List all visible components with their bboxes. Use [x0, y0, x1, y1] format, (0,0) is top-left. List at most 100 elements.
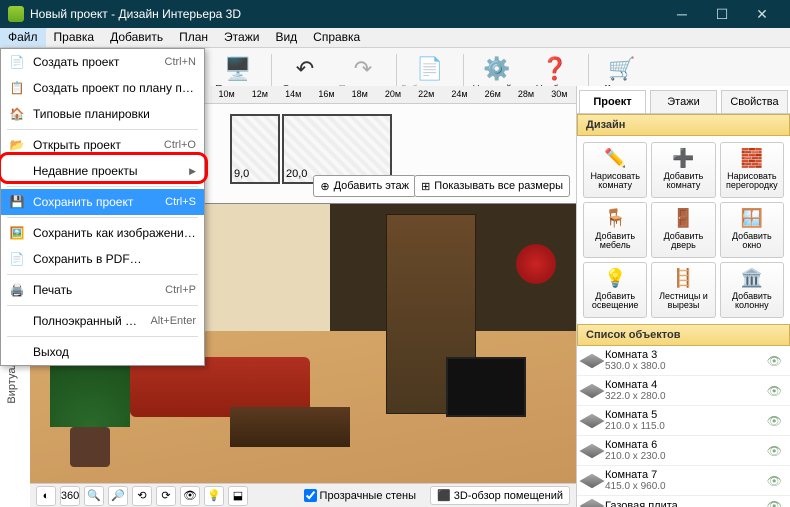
- add-furniture-button[interactable]: 🪑Добавить мебель: [583, 202, 647, 258]
- button-label: Лестницы и вырезы: [654, 292, 712, 312]
- add-lighting-button[interactable]: 💡Добавить освещение: [583, 262, 647, 318]
- ruler-tick: 28м: [509, 86, 542, 103]
- tv-3d: [446, 357, 526, 417]
- menu-label: Сохранить как изображение…: [33, 226, 196, 240]
- draw-partition-button[interactable]: 🧱Нарисовать перегородку: [720, 142, 784, 198]
- minimize-button[interactable]: ─: [662, 0, 702, 28]
- room-outline[interactable]: 20,0: [282, 114, 392, 184]
- list-item[interactable]: Комната 7415.0 x 960.0👁: [577, 466, 790, 496]
- add-column-button[interactable]: 🏛️ Добавить колонну: [720, 262, 784, 318]
- stairs-cuts-button[interactable]: 🪜 Лестницы и вырезы: [651, 262, 715, 318]
- menu-print[interactable]: 🖨️ПечатьCtrl+P: [1, 277, 204, 303]
- room-outline[interactable]: 9,0: [230, 114, 280, 184]
- ruler-tick: 24м: [443, 86, 476, 103]
- menu-templates[interactable]: 🏠Типовые планировки: [1, 101, 204, 127]
- menu-open-project[interactable]: 📂 Открыть проект Ctrl+O: [1, 132, 204, 158]
- add-floor-button[interactable]: ⊕Добавить этаж: [313, 175, 416, 197]
- cube-icon: [579, 473, 604, 487]
- list-item[interactable]: Комната 5210.0 x 115.0👁: [577, 406, 790, 436]
- nav-btn[interactable]: 360: [60, 486, 80, 506]
- eye-icon[interactable]: 👁: [767, 474, 782, 488]
- bottom-bar: ◐ 360 🔍 🔎 ⟲ ⟳ 👁 💡 ⬓ Прозрачные стены ⬛3D…: [30, 483, 576, 507]
- eye-icon[interactable]: 👁: [767, 499, 782, 507]
- list-item[interactable]: Комната 4322.0 x 280.0 👁: [577, 376, 790, 406]
- room-3d-overview-button[interactable]: ⬛3D-обзор помещений: [430, 486, 570, 505]
- button-label: Добавить колонну: [723, 292, 781, 312]
- menu-fullscreen[interactable]: Полноэкранный просмотрAlt+Enter: [1, 308, 204, 334]
- object-dim: 322.0 x 280.0: [605, 391, 666, 402]
- redo-icon: ↷: [354, 56, 372, 82]
- add-window-button[interactable]: 🪟Добавить окно: [720, 202, 784, 258]
- nav-btn[interactable]: ⬓: [228, 486, 248, 506]
- checkbox[interactable]: [304, 489, 317, 502]
- menu-label: Недавние проекты: [33, 164, 181, 178]
- menu-label: Выход: [33, 345, 196, 359]
- cube-icon: [579, 383, 604, 397]
- menu-recent-projects[interactable]: Недавние проекты▶: [1, 158, 204, 184]
- menu-edit[interactable]: Правка: [46, 28, 103, 47]
- menu-label: Типовые планировки: [33, 107, 196, 121]
- zoom-in-button[interactable]: 🔍: [84, 486, 104, 506]
- maximize-button[interactable]: ☐: [702, 0, 742, 28]
- zoom-out-button[interactable]: 🔎: [108, 486, 128, 506]
- eye-icon[interactable]: 👁: [767, 444, 782, 458]
- menu-help[interactable]: Справка: [305, 28, 368, 47]
- eye-icon[interactable]: 👁: [767, 384, 782, 398]
- object-name: Газовая плита: [605, 500, 678, 507]
- menu-new-from-plan[interactable]: 📋Создать проект по плану помещения…: [1, 75, 204, 101]
- close-button[interactable]: ✕: [742, 0, 782, 28]
- pdf-icon: 📄: [9, 252, 25, 266]
- folder-icon: 📂: [9, 138, 25, 152]
- menu-file[interactable]: Файл: [0, 28, 46, 47]
- column-icon: 🏛️: [741, 269, 763, 289]
- menu-view[interactable]: Вид: [267, 28, 305, 47]
- pencil-icon: ✏️: [604, 149, 626, 169]
- menu-exit[interactable]: Выход: [1, 339, 204, 365]
- add-room-icon: ➕: [672, 149, 694, 169]
- show-dimensions-button[interactable]: ⊞Показывать все размеры: [414, 175, 570, 197]
- menu-shortcut: Ctrl+O: [164, 139, 196, 151]
- wall-icon: 🧱: [741, 149, 763, 169]
- menu-floors[interactable]: Этажи: [216, 28, 267, 47]
- eye-icon[interactable]: 👁: [767, 354, 782, 368]
- list-item[interactable]: Комната 3530.0 x 380.0👁: [577, 346, 790, 376]
- nav-btn[interactable]: ⟲: [132, 486, 152, 506]
- menu-save-project[interactable]: 💾Сохранить проектCtrl+S: [1, 189, 204, 215]
- nav-btn[interactable]: 👁: [180, 486, 200, 506]
- transparent-walls-checkbox[interactable]: Прозрачные стены: [304, 489, 416, 502]
- objects-header: Список объектов: [577, 324, 790, 346]
- ruler-horizontal: 10м 12м 14м 16м 18м 20м 22м 24м 26м 28м …: [210, 86, 576, 104]
- ruler-tick: 18м: [343, 86, 376, 103]
- object-list[interactable]: Комната 3530.0 x 380.0👁 Комната 4322.0 x…: [577, 346, 790, 507]
- menu-label: Открыть проект: [33, 138, 156, 152]
- tab-properties[interactable]: Свойства: [721, 90, 788, 113]
- menu-new-project[interactable]: 📄Создать проектCtrl+N: [1, 49, 204, 75]
- ruler-tick: 22м: [410, 86, 443, 103]
- draw-room-button[interactable]: ✏️Нарисовать комнату: [583, 142, 647, 198]
- add-door-button[interactable]: 🚪Добавить дверь: [651, 202, 715, 258]
- add-room-button[interactable]: ➕Добавить комнату: [651, 142, 715, 198]
- menu-label: Полноэкранный просмотр: [33, 314, 142, 328]
- eye-icon[interactable]: 👁: [767, 414, 782, 428]
- button-label: Добавить мебель: [586, 232, 644, 252]
- list-item[interactable]: Газовая плита 👁: [577, 496, 790, 507]
- nav-btn[interactable]: ⟳: [156, 486, 176, 506]
- object-dim: 210.0 x 230.0: [605, 451, 666, 462]
- menu-separator: [7, 186, 198, 187]
- menu-plan[interactable]: План: [171, 28, 216, 47]
- menu-save-as-pdf[interactable]: 📄Сохранить в PDF…: [1, 246, 204, 272]
- nav-btn[interactable]: 💡: [204, 486, 224, 506]
- menu-add[interactable]: Добавить: [102, 28, 171, 47]
- help-icon: ❓: [541, 56, 568, 82]
- menu-label: Печать: [33, 283, 157, 297]
- menu-save-as-image[interactable]: 🖼️Сохранить как изображение…: [1, 220, 204, 246]
- stairs-icon: 🪜: [672, 269, 694, 289]
- tab-floors[interactable]: Этажи: [650, 90, 717, 113]
- nav-btn[interactable]: ◐: [36, 486, 56, 506]
- tab-project[interactable]: Проект: [579, 90, 646, 113]
- object-name: Комната 4: [605, 379, 657, 391]
- button-label: Показывать все размеры: [434, 180, 563, 192]
- object-dim: 210.0 x 115.0: [605, 421, 665, 432]
- list-item[interactable]: Комната 6210.0 x 230.0👁: [577, 436, 790, 466]
- save-icon: 💾: [9, 195, 25, 209]
